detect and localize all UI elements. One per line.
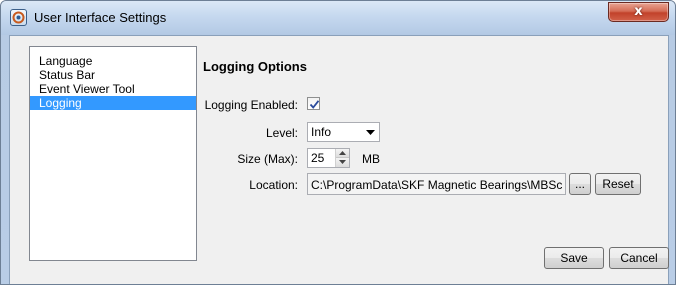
cancel-button[interactable]: Cancel bbox=[609, 247, 669, 269]
logging-enabled-checkbox[interactable] bbox=[307, 97, 320, 110]
location-label: Location: bbox=[249, 178, 298, 192]
spin-down-icon bbox=[339, 160, 346, 164]
spin-down-button[interactable] bbox=[336, 158, 349, 167]
browse-button[interactable]: ... bbox=[569, 173, 591, 195]
size-max-value: 25 bbox=[311, 151, 325, 165]
settings-category-list[interactable]: Language Status Bar Event Viewer Tool Lo… bbox=[29, 46, 197, 261]
section-title: Logging Options bbox=[203, 59, 307, 74]
size-unit: MB bbox=[362, 152, 380, 166]
level-select[interactable]: Info bbox=[307, 122, 380, 142]
nav-item-status-bar[interactable]: Status Bar bbox=[30, 68, 196, 82]
app-settings-icon bbox=[10, 9, 27, 26]
level-value: Info bbox=[311, 125, 332, 139]
window-title: User Interface Settings bbox=[34, 10, 167, 25]
level-label: Level: bbox=[265, 126, 298, 140]
size-max-label: Size (Max): bbox=[237, 152, 298, 166]
location-value: C:\ProgramData\SKF Magnetic Bearings\MBS… bbox=[311, 178, 563, 192]
chevron-down-icon bbox=[366, 130, 375, 135]
logging-enabled-label: Logging Enabled: bbox=[204, 98, 298, 112]
stepper-buttons bbox=[335, 149, 349, 167]
nav-item-event-viewer-tool[interactable]: Event Viewer Tool bbox=[30, 82, 196, 96]
location-field[interactable]: C:\ProgramData\SKF Magnetic Bearings\MBS… bbox=[307, 173, 566, 195]
close-button[interactable]: x bbox=[608, 2, 669, 22]
close-icon: x bbox=[634, 4, 643, 19]
client-area: Language Status Bar Event Viewer Tool Lo… bbox=[9, 35, 669, 284]
nav-item-logging[interactable]: Logging bbox=[30, 96, 196, 110]
size-max-stepper[interactable]: 25 bbox=[307, 148, 350, 168]
settings-window: User Interface Settings x Language Statu… bbox=[0, 0, 676, 285]
reset-button[interactable]: Reset bbox=[595, 173, 641, 195]
spin-up-icon bbox=[339, 151, 346, 155]
spin-up-button[interactable] bbox=[336, 149, 349, 158]
check-icon bbox=[309, 100, 320, 109]
save-button[interactable]: Save bbox=[544, 247, 604, 269]
nav-item-language[interactable]: Language bbox=[30, 54, 196, 68]
title-bar[interactable]: User Interface Settings x bbox=[1, 1, 675, 35]
